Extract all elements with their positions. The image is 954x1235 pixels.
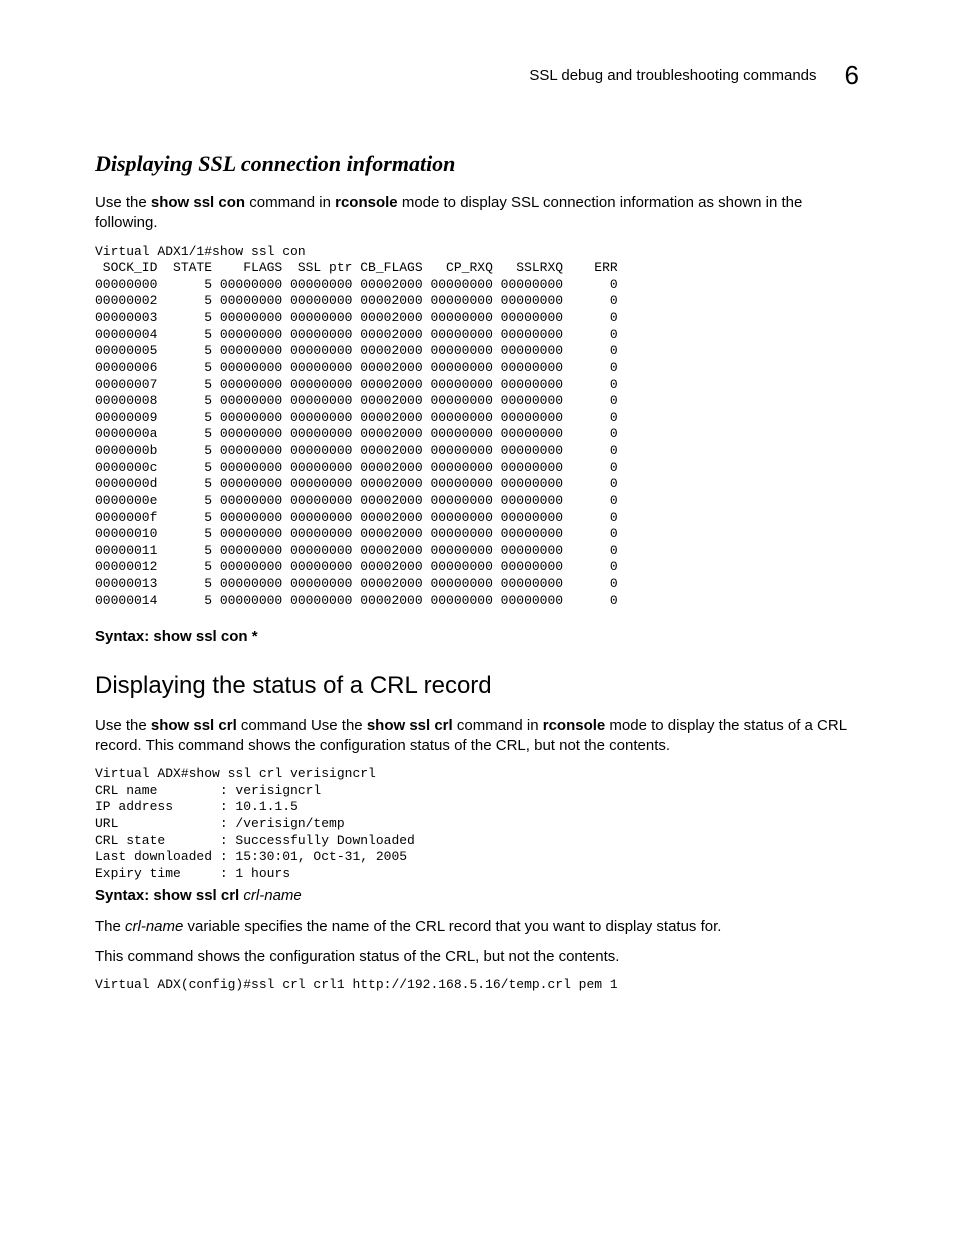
section-1-title: Displaying SSL connection information — [95, 151, 859, 177]
running-header: SSL debug and troubleshooting commands 6 — [95, 60, 859, 91]
text: variable specifies the name of the CRL r… — [183, 918, 721, 935]
crl-name-var-desc: The crl-name variable specifies the name… — [95, 917, 859, 937]
text: Use the — [95, 194, 151, 211]
mode-rconsole-2: rconsole — [543, 717, 606, 734]
cmd-show-ssl-crl-2: show ssl crl — [367, 717, 453, 734]
syntax-label-2: Syntax: — [95, 887, 153, 904]
syntax-cmd-2: show ssl crl — [153, 887, 239, 904]
syntax-cmd: show ssl con * — [153, 628, 257, 645]
section-2-intro: Use the show ssl crl command Use the sho… — [95, 716, 859, 757]
terminal-output-ssl-crl: Virtual ADX#show ssl crl verisigncrl CRL… — [95, 766, 859, 882]
crl-note: This command shows the configuration sta… — [95, 947, 859, 967]
cmd-show-ssl-crl-1: show ssl crl — [151, 717, 237, 734]
cmd-show-ssl-con: show ssl con — [151, 194, 245, 211]
section-1-intro: Use the show ssl con command in rconsole… — [95, 193, 859, 234]
text: command Use the — [237, 717, 367, 734]
terminal-output-ssl-con: Virtual ADX1/1#show ssl con SOCK_ID STAT… — [95, 244, 859, 610]
terminal-output-config: Virtual ADX(config)#ssl crl crl1 http://… — [95, 977, 859, 994]
syntax-label: Syntax: — [95, 628, 153, 645]
text: Use the — [95, 717, 151, 734]
running-header-section: SSL debug and troubleshooting commands — [529, 67, 816, 84]
syntax-line-2: Syntax: show ssl crl crl-name — [95, 886, 859, 906]
syntax-line-1: Syntax: show ssl con * — [95, 627, 859, 647]
text: command in — [245, 194, 335, 211]
syntax-var: crl-name — [239, 887, 302, 904]
var-crl-name: crl-name — [125, 918, 183, 935]
section-2-title: Displaying the status of a CRL record — [95, 672, 859, 700]
text: The — [95, 918, 125, 935]
page: SSL debug and troubleshooting commands 6… — [0, 0, 954, 1235]
text: command in — [453, 717, 543, 734]
mode-rconsole: rconsole — [335, 194, 398, 211]
chapter-number: 6 — [845, 60, 859, 91]
